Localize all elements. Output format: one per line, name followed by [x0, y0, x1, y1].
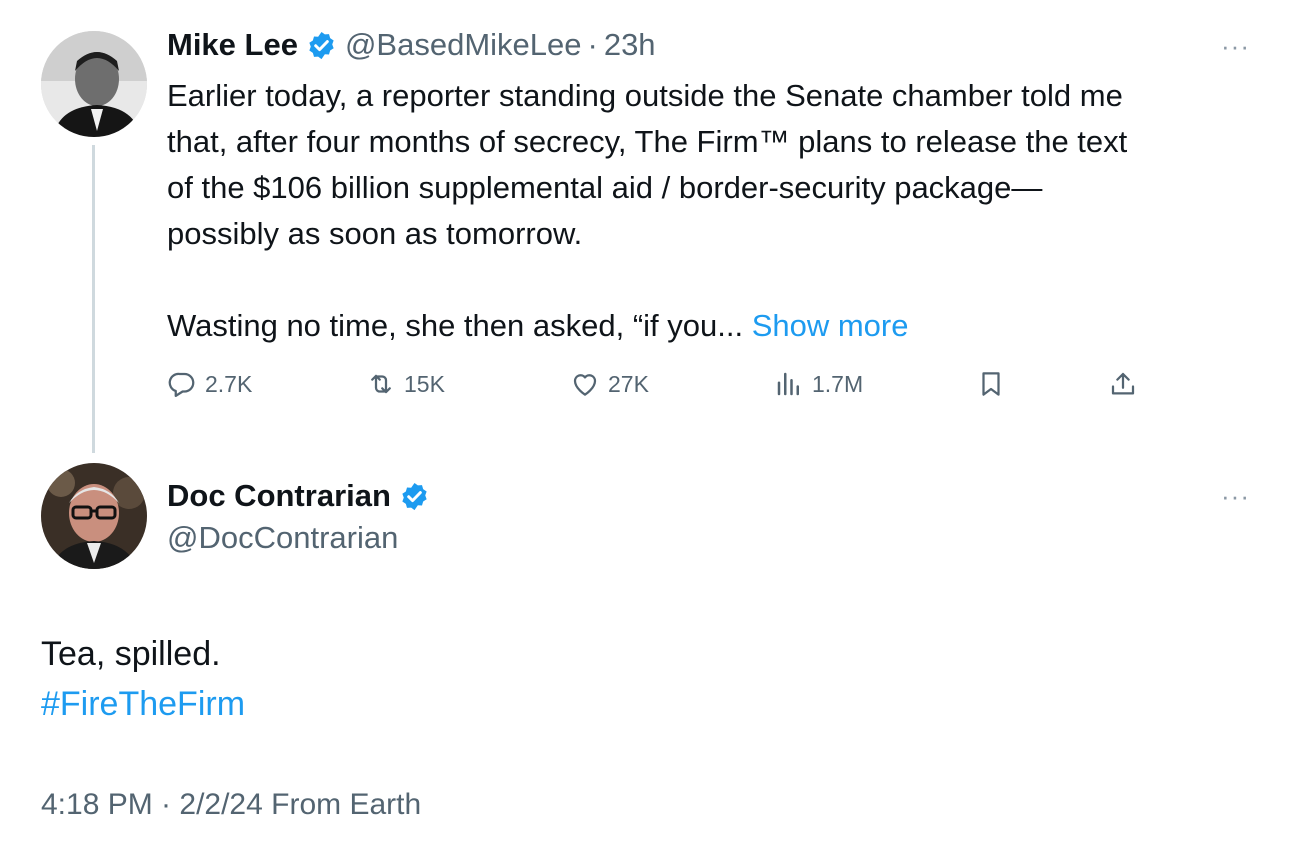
parent-tweet-text: Earlier today, a reporter standing outsi… [167, 73, 1267, 257]
share-button[interactable] [1108, 366, 1138, 402]
like-button[interactable]: 27K [570, 366, 649, 402]
tweet-time[interactable]: 23h [604, 25, 656, 65]
author-handle[interactable]: @BasedMikeLee [345, 25, 582, 65]
reply-button[interactable]: 2.7K [167, 366, 252, 402]
tweet-text-line: that, after four months of secrecy, The … [167, 124, 1128, 159]
reply-icon [168, 372, 195, 397]
author-name[interactable]: Mike Lee [167, 25, 298, 65]
show-more-link[interactable]: Show more [752, 308, 909, 343]
heart-icon [573, 374, 597, 396]
bookmark-button[interactable] [976, 366, 1006, 402]
avatar-mike-lee[interactable] [41, 31, 147, 137]
views-icon [777, 372, 799, 396]
parent-tweet-header: Mike Lee @BasedMikeLee · 23h [167, 25, 656, 65]
tweet-text-line: of the $106 billion supplemental aid / b… [167, 170, 1043, 205]
share-icon [1111, 372, 1135, 395]
repost-icon [371, 374, 391, 394]
tweet-text-line: Earlier today, a reporter standing outsi… [167, 78, 1123, 113]
repost-count: 15K [404, 370, 445, 397]
more-options-icon[interactable]: ··· [1221, 33, 1250, 59]
repost-button[interactable]: 15K [366, 366, 445, 402]
like-count: 27K [608, 370, 649, 397]
verified-badge-icon[interactable] [306, 30, 337, 61]
reply-author-handle[interactable]: @DocContrarian [167, 518, 398, 558]
hashtag-link[interactable]: #FireTheFirm [41, 679, 245, 729]
verified-badge-icon[interactable] [399, 481, 430, 512]
tweet-timestamp[interactable]: 4:18 PM · 2/2/24 From Earth [41, 785, 421, 825]
thread-connector-line [92, 145, 95, 453]
reply-text: Tea, spilled. [41, 635, 221, 673]
more-options-icon[interactable]: ··· [1221, 483, 1250, 509]
truncated-text: Wasting no time, she then asked, “if you… [167, 308, 744, 343]
reply-author-row: Doc Contrarian [167, 476, 438, 516]
tweet-text-line: possibly as soon as tomorrow. [167, 216, 583, 251]
avatar-photo [41, 463, 147, 569]
views-button[interactable]: 1.7M [774, 366, 863, 402]
reply-count: 2.7K [205, 370, 253, 397]
reply-tweet-text: Tea, spilled. #FireTheFirm [41, 629, 245, 729]
avatar-photo [41, 31, 147, 137]
bookmark-icon [982, 372, 1000, 396]
reply-author-name[interactable]: Doc Contrarian [167, 476, 391, 516]
views-count: 1.7M [812, 370, 864, 397]
parent-tweet-text-continued: Wasting no time, she then asked, “if you… [167, 303, 909, 349]
avatar-doc-contrarian[interactable] [41, 463, 147, 569]
separator-dot: · [587, 27, 598, 62]
